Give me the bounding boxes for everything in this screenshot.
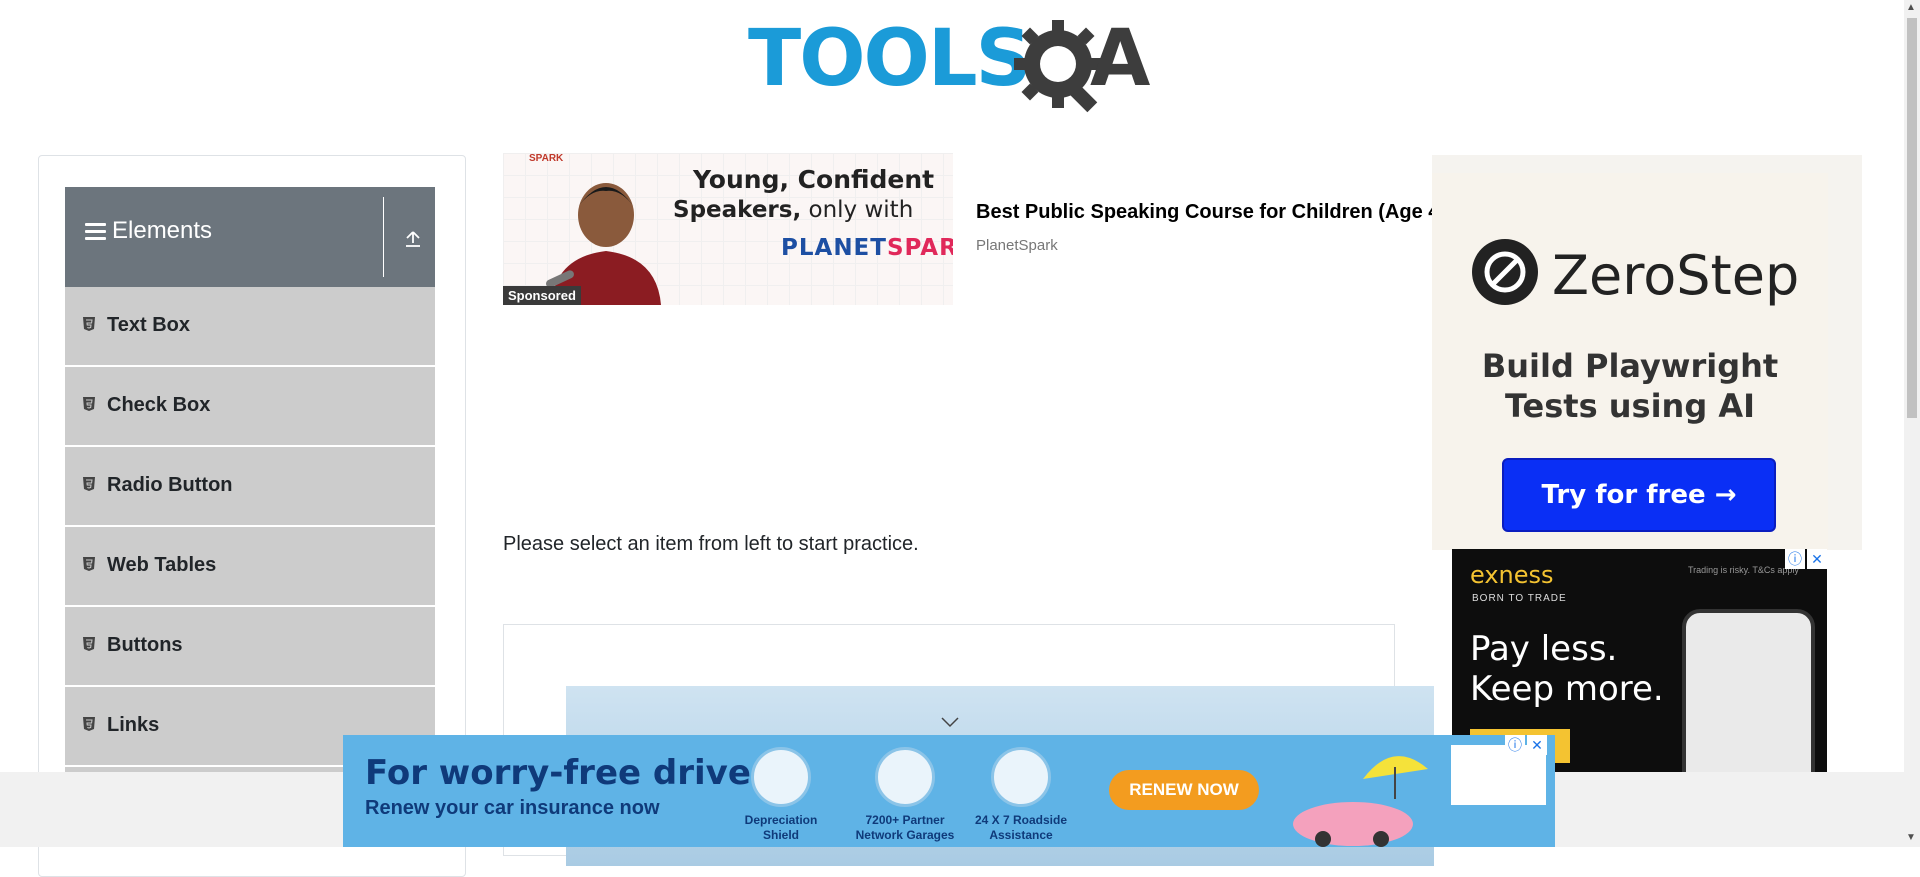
ad-headline-line2: Speakers, only with	[673, 197, 913, 223]
menu-item-web-tables[interactable]: Web Tables	[65, 527, 435, 607]
html5-icon	[83, 717, 95, 731]
chevron-down-icon[interactable]	[940, 716, 960, 728]
feature-depreciation: Depreciation Shield	[721, 747, 841, 843]
ad-source: PlanetSpark	[976, 237, 1058, 254]
site-header: TOOLS A	[0, 0, 1904, 130]
feature-label-1: Depreciation	[744, 813, 818, 827]
insurance-subline: Renew your car insurance now	[365, 797, 660, 819]
html5-icon	[83, 397, 95, 411]
zerostep-mark-icon	[1484, 251, 1526, 293]
scrollbar-thumb[interactable]	[1907, 18, 1917, 418]
exness-logo: exness	[1470, 561, 1554, 589]
insurance-ad[interactable]: For worry-free drives, Renew your car in…	[343, 735, 1555, 847]
brand-part-b: SPARK	[886, 235, 953, 261]
feature-label-2: Assistance	[989, 828, 1053, 842]
menu-item-label: Web Tables	[107, 554, 217, 576]
tow-truck-icon	[991, 747, 1051, 807]
menu-item-buttons[interactable]: Buttons	[65, 607, 435, 687]
ad-info-icon[interactable]: ⓘ	[1505, 735, 1525, 755]
try-for-free-button[interactable]: Try for free →	[1502, 458, 1776, 532]
ad-controls: ⓘ ✕	[1785, 549, 1827, 569]
toolsqa-logo[interactable]: TOOLS A	[748, 14, 1154, 114]
planetspark-logo: PLANETSPARK	[781, 235, 953, 261]
umbrella-car-illustration	[1293, 756, 1428, 847]
logo-letter-a: A	[1090, 14, 1151, 104]
phone-illustration	[1682, 609, 1815, 775]
collapse-upload-icon[interactable]	[403, 229, 423, 249]
zerostep-ad[interactable]: ZeroStep Build Playwright Tests using AI…	[1432, 155, 1862, 550]
tagline-line-1: Build Playwright	[1481, 347, 1779, 385]
menu-item-radio-button[interactable]: Radio Button	[65, 447, 435, 527]
menu-item-check-box[interactable]: Check Box	[65, 367, 435, 447]
feature-label-1: 7200+ Partner	[865, 813, 945, 827]
feature-roadside: 24 X 7 Roadside Assistance	[961, 747, 1081, 843]
ad-headline-rest: only with	[801, 197, 914, 223]
ad-controls: ⓘ ✕	[1505, 735, 1547, 755]
ad-headline-line1: Young, Confident	[693, 165, 935, 194]
menu-item-text-box[interactable]: Text Box	[65, 287, 435, 367]
renew-now-button[interactable]: RENEW NOW	[1109, 770, 1259, 810]
feature-label-2: Shield	[762, 828, 799, 842]
exness-line2: Keep more.	[1470, 669, 1664, 709]
zerostep-card: ZeroStep Build Playwright Tests using AI…	[1432, 173, 1828, 550]
brand-part-a: PLANET	[781, 235, 887, 261]
menu-item-label: Text Box	[107, 314, 190, 336]
zerostep-tagline: Build Playwright Tests using AI	[1432, 346, 1828, 426]
html5-icon	[83, 557, 95, 571]
zerostep-name: ZeroStep	[1552, 244, 1800, 307]
html5-icon	[83, 637, 95, 651]
ad-headline-bold: Speakers,	[673, 197, 802, 223]
feature-garages: 7200+ Partner Network Garages	[845, 747, 965, 843]
exness-risk: Trading is risky. T&Cs apply	[1688, 565, 1799, 575]
group-title: Elements	[85, 217, 212, 245]
shield-car-icon	[751, 747, 811, 807]
ad-close-icon[interactable]: ✕	[1807, 549, 1827, 569]
ad-image[interactable]: SPARK Young, Confident Speakers, only wi…	[503, 153, 953, 305]
sponsored-badge: Sponsored	[503, 286, 581, 305]
html5-icon	[83, 477, 95, 491]
exness-line1: Pay less.	[1470, 629, 1618, 669]
logo-text: TOOLS	[748, 14, 1032, 104]
feature-label-2: Network Garages	[855, 828, 955, 842]
practice-instruction: Please select an item from left to start…	[503, 533, 919, 555]
html5-icon	[83, 317, 95, 331]
menu-item-label: Radio Button	[107, 474, 233, 496]
scroll-up-arrow-icon[interactable]: ▲	[1906, 2, 1916, 13]
menu-item-label: Links	[107, 714, 160, 736]
ad-title-link[interactable]: Best Public Speaking Course for Children…	[976, 201, 1433, 224]
child-speaker-illustration	[546, 183, 661, 305]
exness-sub: BORN TO TRADE	[1472, 593, 1567, 604]
garage-icon	[875, 747, 935, 807]
elements-group-header[interactable]: Elements	[65, 187, 435, 287]
hamburger-icon	[85, 222, 106, 240]
tagline-line-2: Tests using AI	[1504, 387, 1756, 425]
ad-brand-small: SPARK	[529, 153, 564, 164]
zerostep-logo-icon	[1472, 239, 1538, 305]
header-divider	[383, 197, 384, 277]
menu-item-label: Check Box	[107, 394, 211, 416]
feature-label-1: 24 X 7 Roadside	[974, 813, 1068, 827]
ad-close-icon[interactable]: ✕	[1527, 735, 1547, 755]
ad-info-icon[interactable]: ⓘ	[1785, 549, 1805, 569]
group-title-label: Elements	[112, 217, 213, 244]
menu-item-label: Buttons	[107, 634, 183, 656]
scroll-down-arrow-icon[interactable]: ▼	[1906, 832, 1916, 843]
sponsored-ad[interactable]: SPARK Young, Confident Speakers, only wi…	[503, 153, 1433, 305]
